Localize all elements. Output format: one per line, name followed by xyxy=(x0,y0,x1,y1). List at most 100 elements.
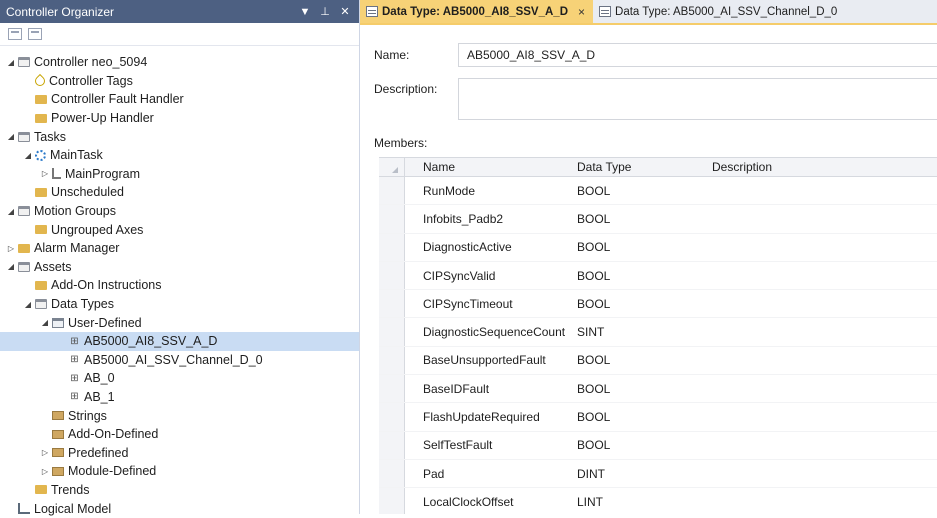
strings-folder-icon xyxy=(52,411,64,421)
tree-item[interactable]: ▷ Alarm Manager xyxy=(0,239,359,258)
member-row[interactable]: CIPSyncTimeout BOOL xyxy=(379,290,937,319)
expanded-chevron-icon[interactable]: ◢ xyxy=(23,151,33,160)
member-row[interactable]: FlashUpdateRequired BOOL xyxy=(379,403,937,432)
expanded-chevron-icon[interactable]: ◢ xyxy=(6,262,16,271)
row-header[interactable] xyxy=(379,290,405,318)
tree-item[interactable]: ◢ Data Types xyxy=(0,295,359,314)
name-field[interactable] xyxy=(458,43,937,67)
member-type-cell[interactable]: BOOL xyxy=(563,438,702,452)
member-type-cell[interactable]: BOOL xyxy=(563,410,702,424)
member-name-cell[interactable]: BaseUnsupportedFault xyxy=(405,353,563,367)
tree-item[interactable]: Trends xyxy=(0,481,359,500)
member-name-cell[interactable]: LocalClockOffset xyxy=(405,495,563,509)
column-header-description[interactable]: Description xyxy=(702,160,937,174)
collapse-all-icon[interactable] xyxy=(8,28,22,40)
member-name-cell[interactable]: RunMode xyxy=(405,184,563,198)
expanded-chevron-icon[interactable]: ◢ xyxy=(6,132,16,141)
row-header-corner[interactable] xyxy=(379,158,405,176)
member-row[interactable]: BaseUnsupportedFault BOOL xyxy=(379,346,937,376)
description-field[interactable] xyxy=(458,78,937,120)
row-header[interactable] xyxy=(379,488,405,514)
close-tab-icon[interactable]: × xyxy=(578,5,585,19)
member-row[interactable]: Infobits_Padb2 BOOL xyxy=(379,205,937,234)
tree-item[interactable]: ◢ User-Defined xyxy=(0,313,359,332)
close-icon[interactable]: ✕ xyxy=(337,5,353,18)
row-header[interactable] xyxy=(379,233,405,261)
tree-item[interactable]: Controller Fault Handler xyxy=(0,90,359,109)
collapsed-chevron-icon[interactable]: ▷ xyxy=(40,169,50,178)
member-type-cell[interactable]: BOOL xyxy=(563,184,702,198)
column-header-name[interactable]: Name xyxy=(405,160,563,174)
tree-item[interactable]: AB_1 xyxy=(0,388,359,407)
row-header[interactable] xyxy=(379,403,405,431)
member-type-cell[interactable]: BOOL xyxy=(563,240,702,254)
member-row[interactable]: DiagnosticActive BOOL xyxy=(379,233,937,262)
member-type-cell[interactable]: BOOL xyxy=(563,382,702,396)
document-tab[interactable]: Data Type: AB5000_AI_SSV_Channel_D_0 xyxy=(593,0,845,23)
member-name-cell[interactable]: FlashUpdateRequired xyxy=(405,410,563,424)
member-type-cell[interactable]: BOOL xyxy=(563,212,702,226)
member-type-cell[interactable]: SINT xyxy=(563,325,702,339)
expanded-chevron-icon[interactable]: ◢ xyxy=(40,318,50,327)
tab-label: Data Type: AB5000_AI8_SSV_A_D xyxy=(382,5,568,18)
member-row[interactable]: LocalClockOffset LINT xyxy=(379,488,937,514)
member-row[interactable]: DiagnosticSequenceCount SINT xyxy=(379,318,937,347)
tree-item[interactable]: Strings xyxy=(0,406,359,425)
row-header[interactable] xyxy=(379,318,405,346)
tree-item[interactable]: Unscheduled xyxy=(0,183,359,202)
collapsed-chevron-icon[interactable]: ▷ xyxy=(6,244,16,253)
expanded-chevron-icon[interactable]: ◢ xyxy=(6,58,16,67)
member-row[interactable]: Pad DINT xyxy=(379,459,937,489)
member-name-cell[interactable]: BaseIDFault xyxy=(405,382,563,396)
tree-item[interactable]: Power-Up Handler xyxy=(0,109,359,128)
tree-item[interactable]: Controller Tags xyxy=(0,72,359,91)
member-name-cell[interactable]: Infobits_Padb2 xyxy=(405,212,563,226)
dropdown-icon[interactable]: ▼ xyxy=(297,6,313,18)
member-row[interactable]: BaseIDFault BOOL xyxy=(379,375,937,404)
tree-item[interactable]: ◢ Assets xyxy=(0,258,359,277)
expanded-chevron-icon[interactable]: ◢ xyxy=(23,300,33,309)
member-type-cell[interactable]: BOOL xyxy=(563,269,702,283)
tree-item[interactable]: ▷ Predefined xyxy=(0,443,359,462)
row-header[interactable] xyxy=(379,459,405,488)
collapsed-chevron-icon[interactable]: ▷ xyxy=(40,448,50,457)
row-header[interactable] xyxy=(379,177,405,205)
member-type-cell[interactable]: LINT xyxy=(563,495,702,509)
row-header[interactable] xyxy=(379,375,405,403)
tree-item[interactable]: AB5000_AI8_SSV_A_D xyxy=(0,331,359,351)
row-header[interactable] xyxy=(379,205,405,233)
member-name-cell[interactable]: DiagnosticSequenceCount xyxy=(405,325,565,339)
member-name-cell[interactable]: Pad xyxy=(405,467,563,481)
view-toggle-icon[interactable] xyxy=(28,28,42,40)
tree-item[interactable]: ◢ Tasks xyxy=(0,127,359,146)
tree-item[interactable]: Add-On Instructions xyxy=(0,276,359,295)
tree-item[interactable]: Ungrouped Axes xyxy=(0,220,359,239)
member-name-cell[interactable]: CIPSyncTimeout xyxy=(405,297,563,311)
member-type-cell[interactable]: DINT xyxy=(563,467,702,481)
row-header[interactable] xyxy=(379,346,405,375)
tree-item[interactable]: Logical Model xyxy=(0,499,359,518)
member-name-cell[interactable]: CIPSyncValid xyxy=(405,269,563,283)
row-header[interactable] xyxy=(379,431,405,459)
collapsed-chevron-icon[interactable]: ▷ xyxy=(40,467,50,476)
tree-item[interactable]: ◢ MainTask xyxy=(0,146,359,165)
tree-item[interactable]: ◢ Controller neo_5094 xyxy=(0,53,359,72)
column-header-data-type[interactable]: Data Type xyxy=(563,160,702,174)
tree-item[interactable]: ◢ Motion Groups xyxy=(0,202,359,221)
member-type-cell[interactable]: BOOL xyxy=(563,297,702,311)
member-type-cell[interactable]: BOOL xyxy=(563,353,702,367)
tree-item[interactable]: AB_0 xyxy=(0,369,359,388)
expanded-chevron-icon[interactable]: ◢ xyxy=(6,207,16,216)
tree-item[interactable]: AB5000_AI_SSV_Channel_D_0 xyxy=(0,351,359,370)
member-row[interactable]: SelfTestFault BOOL xyxy=(379,431,937,460)
tree-item[interactable]: ▷ MainProgram xyxy=(0,165,359,184)
member-name-cell[interactable]: DiagnosticActive xyxy=(405,240,563,254)
tree-item[interactable]: ▷ Module-Defined xyxy=(0,462,359,481)
member-row[interactable]: RunMode BOOL xyxy=(379,177,937,206)
member-row[interactable]: CIPSyncValid BOOL xyxy=(379,261,937,291)
tree-item[interactable]: Add-On-Defined xyxy=(0,425,359,444)
pin-icon[interactable]: ⊥ xyxy=(317,5,333,18)
member-name-cell[interactable]: SelfTestFault xyxy=(405,438,563,452)
row-header[interactable] xyxy=(379,261,405,290)
document-tab[interactable]: Data Type: AB5000_AI8_SSV_A_D × xyxy=(360,0,594,23)
